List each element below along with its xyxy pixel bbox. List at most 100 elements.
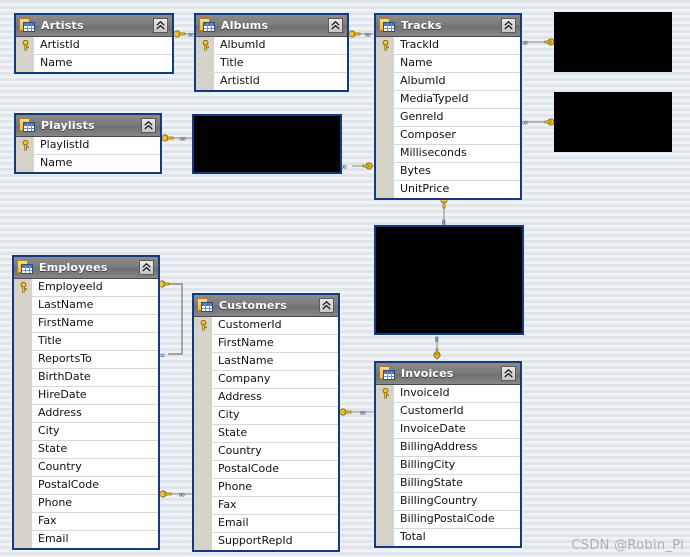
table-row[interactable]: InvoiceDate xyxy=(376,421,520,439)
table-row[interactable]: MediaTypeId xyxy=(376,91,520,109)
relationship-albums-to-tracks[interactable]: ∞ xyxy=(347,28,377,40)
table-row[interactable]: CustomerId xyxy=(376,403,520,421)
column-gutter xyxy=(194,461,213,478)
table-row[interactable]: Email xyxy=(14,531,158,548)
relationship-playlists-to-playlisttrack[interactable]: ∞ xyxy=(160,132,194,144)
table-row[interactable]: TrackId xyxy=(376,37,520,55)
table-row[interactable]: LastName xyxy=(194,353,338,371)
table-row[interactable]: Title xyxy=(196,55,347,73)
chevron-up-icon[interactable] xyxy=(141,118,156,133)
column-name: Title xyxy=(33,333,158,350)
table-header[interactable]: Playlists xyxy=(16,115,160,137)
table-row[interactable]: BillingState xyxy=(376,475,520,493)
primary-key-gutter xyxy=(14,279,33,296)
table-row[interactable]: Bytes xyxy=(376,163,520,181)
table-artists[interactable]: Artists ArtistIdName xyxy=(14,13,174,74)
chevron-up-icon[interactable] xyxy=(319,298,334,313)
table-row[interactable]: Name xyxy=(376,55,520,73)
table-row[interactable]: BillingCountry xyxy=(376,493,520,511)
table-columns: CustomerIdFirstNameLastNameCompanyAddres… xyxy=(194,317,338,550)
chevron-up-icon[interactable] xyxy=(501,366,516,381)
table-row[interactable]: Fax xyxy=(14,513,158,531)
table-row[interactable]: Name xyxy=(16,155,160,172)
table-row[interactable]: Milliseconds xyxy=(376,145,520,163)
table-row[interactable]: Country xyxy=(14,459,158,477)
key-icon xyxy=(200,40,211,51)
table-row[interactable]: Fax xyxy=(194,497,338,515)
table-row[interactable]: BillingPostalCode xyxy=(376,511,520,529)
table-row[interactable]: FirstName xyxy=(14,315,158,333)
chevron-up-icon[interactable] xyxy=(328,18,343,33)
table-row[interactable]: UnitPrice xyxy=(376,181,520,198)
table-row[interactable]: Address xyxy=(14,405,158,423)
table-albums[interactable]: AlbumsAlbumIdTitleArtistId xyxy=(194,13,349,92)
chevron-up-icon[interactable] xyxy=(501,18,516,33)
table-row[interactable]: City xyxy=(194,407,338,425)
table-row[interactable]: EmployeeId xyxy=(14,279,158,297)
table-row[interactable]: Phone xyxy=(14,495,158,513)
relationship-employees-self-reportsto[interactable]: ∞ xyxy=(158,278,192,368)
primary-key-gutter xyxy=(194,317,213,334)
table-row[interactable]: PlaylistId xyxy=(16,137,160,155)
table-row[interactable]: State xyxy=(194,425,338,443)
table-tracks[interactable]: TracksTrackIdNameAlbumIdMediaTypeIdGenre… xyxy=(374,13,522,200)
table-row[interactable]: Name xyxy=(16,55,172,72)
table-row[interactable]: ArtistId xyxy=(16,37,172,55)
table-row[interactable]: LastName xyxy=(14,297,158,315)
table-row[interactable]: ReportsTo xyxy=(14,351,158,369)
relationship-tracks-to-mediatypes[interactable]: ∞ xyxy=(520,36,558,48)
table-row[interactable]: GenreId xyxy=(376,109,520,127)
table-row[interactable]: AlbumId xyxy=(376,73,520,91)
table-row[interactable]: Company xyxy=(194,371,338,389)
table-playlists[interactable]: PlaylistsPlaylistIdName xyxy=(14,113,162,174)
table-customers[interactable]: CustomersCustomerIdFirstNameLastNameComp… xyxy=(192,293,340,552)
table-header[interactable]: Artists xyxy=(16,15,172,37)
table-row[interactable]: CustomerId xyxy=(194,317,338,335)
table-icon xyxy=(197,298,214,313)
table-row[interactable]: City xyxy=(14,423,158,441)
table-row[interactable]: Total xyxy=(376,529,520,546)
table-row[interactable]: Phone xyxy=(194,479,338,497)
table-row[interactable]: FirstName xyxy=(194,335,338,353)
column-name: UnitPrice xyxy=(395,181,520,198)
table-header[interactable]: Employees xyxy=(14,257,158,279)
table-row[interactable]: AlbumId xyxy=(196,37,347,55)
table-title: Artists xyxy=(41,19,153,32)
table-row[interactable]: BillingCity xyxy=(376,457,520,475)
table-employees[interactable]: EmployeesEmployeeIdLastNameFirstNameTitl… xyxy=(12,255,160,550)
table-row[interactable]: Title xyxy=(14,333,158,351)
table-row[interactable]: SupportRepId xyxy=(194,533,338,550)
relationship-customers-to-invoices[interactable]: ∞ xyxy=(338,406,376,418)
relationship-playlisttrack-to-tracks[interactable]: ∞ xyxy=(340,160,376,172)
table-header[interactable]: Customers xyxy=(194,295,338,317)
relationship-employees-to-customers[interactable]: ∞ xyxy=(158,488,194,500)
table-row[interactable]: State xyxy=(14,441,158,459)
table-row[interactable]: Email xyxy=(194,515,338,533)
relationship-tracks-to-genres[interactable]: ∞ xyxy=(520,116,558,128)
table-row[interactable]: PostalCode xyxy=(194,461,338,479)
column-gutter xyxy=(376,511,395,528)
chevron-up-icon[interactable] xyxy=(139,260,154,275)
table-row[interactable]: ArtistId xyxy=(196,73,347,90)
table-row[interactable]: Address xyxy=(194,389,338,407)
column-gutter xyxy=(194,353,213,370)
table-header[interactable]: Albums xyxy=(196,15,347,37)
column-gutter xyxy=(196,55,215,72)
table-row[interactable]: HireDate xyxy=(14,387,158,405)
table-header[interactable]: Invoices xyxy=(376,363,520,385)
column-name: PostalCode xyxy=(33,477,158,494)
relationship-tracks-to-invoiceitems[interactable]: ∞ xyxy=(437,196,451,228)
table-header[interactable]: Tracks xyxy=(376,15,520,37)
table-row[interactable]: InvoiceId xyxy=(376,385,520,403)
key-icon xyxy=(20,40,31,51)
table-row[interactable]: BillingAddress xyxy=(376,439,520,457)
chevron-up-icon[interactable] xyxy=(153,18,168,33)
table-row[interactable]: Composer xyxy=(376,127,520,145)
relationship-invoices-to-invoiceitems[interactable]: ∞ xyxy=(430,334,444,364)
column-gutter xyxy=(376,529,395,546)
table-row[interactable]: Country xyxy=(194,443,338,461)
schema-diagram-canvas[interactable]: ∞ ∞ ∞ ∞ xyxy=(0,0,690,557)
table-row[interactable]: PostalCode xyxy=(14,477,158,495)
table-row[interactable]: BirthDate xyxy=(14,369,158,387)
table-invoices[interactable]: InvoicesInvoiceIdCustomerIdInvoiceDateBi… xyxy=(374,361,522,548)
